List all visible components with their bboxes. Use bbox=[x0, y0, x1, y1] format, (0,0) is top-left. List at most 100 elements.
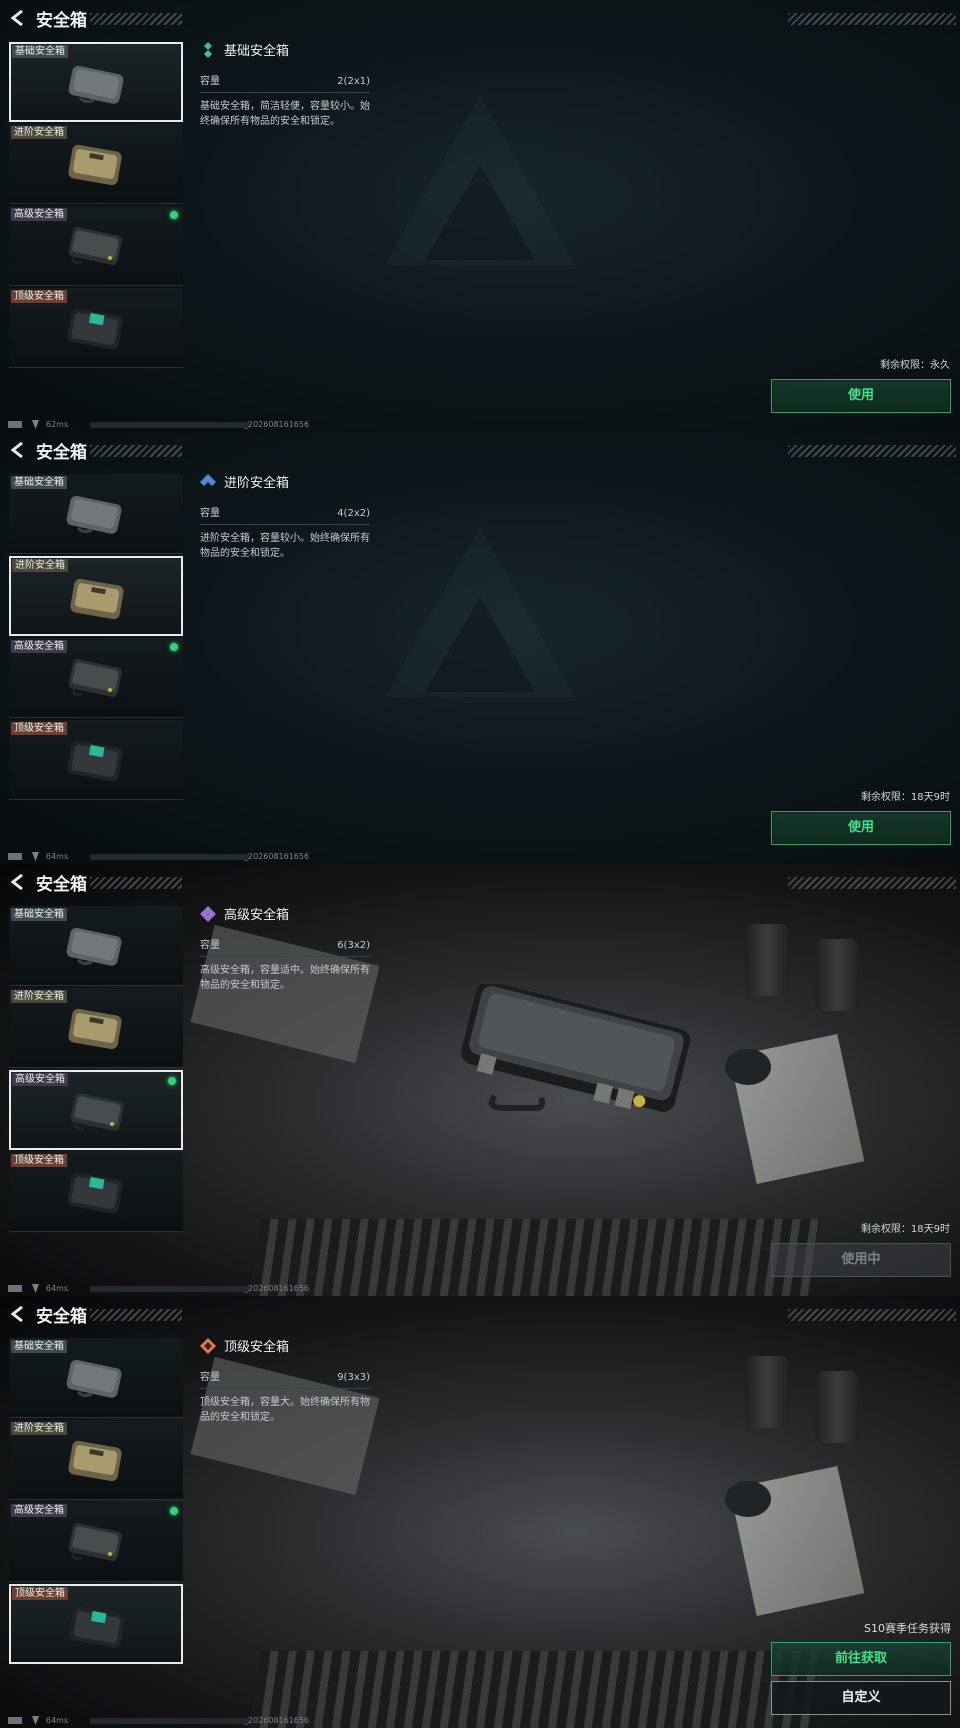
detail-title: 基础安全箱 bbox=[224, 44, 290, 59]
rarity-icon bbox=[200, 906, 216, 922]
top-bar: 安全箱 bbox=[0, 864, 960, 900]
detail-panel: 高级安全箱 容量 6(3x2) 高级安全箱，容量适中。始终确保所有 物品的安全和… bbox=[200, 904, 370, 993]
list-item-basic[interactable]: 基础安全箱 bbox=[9, 42, 183, 122]
description: 顶级安全箱，容量大。始终确保所有物 品的安全和锁定。 bbox=[200, 1397, 370, 1423]
customize-button[interactable]: 自定义 bbox=[771, 1681, 951, 1715]
item-label: 顶级安全箱 bbox=[11, 1154, 67, 1167]
capacity-row: 容量 2(2x1) bbox=[200, 72, 370, 93]
list-item-top[interactable]: 顶级安全箱 bbox=[9, 720, 183, 800]
list-item-top[interactable]: 顶级安全箱 bbox=[9, 1152, 183, 1232]
rarity-icon bbox=[200, 474, 216, 486]
ping-value: 62ms bbox=[46, 420, 69, 429]
case-icon bbox=[64, 658, 126, 700]
case-icon bbox=[64, 1172, 126, 1214]
top-bar: 安全箱 bbox=[0, 432, 960, 468]
detail-panel: 基础安全箱 容量 2(2x1) 基础安全箱，简洁轻便，容量较小。始 终确保所有物… bbox=[200, 40, 370, 129]
list-item-high[interactable]: 高级安全箱 bbox=[9, 1070, 183, 1150]
case-list: 基础安全箱 进阶安全箱 高级安全箱 顶级安全箱 bbox=[9, 1338, 183, 1666]
rarity-icon bbox=[204, 42, 212, 58]
capacity-value: 9(3x3) bbox=[337, 1372, 370, 1383]
item-label: 高级安全箱 bbox=[11, 640, 67, 653]
detail-title: 高级安全箱 bbox=[224, 908, 290, 923]
description: 基础安全箱，简洁轻便，容量较小。始 终确保所有物品的安全和锁定。 bbox=[200, 101, 370, 127]
grenade-prop bbox=[725, 1481, 771, 1517]
top-bar: 安全箱 bbox=[0, 0, 960, 36]
case-icon bbox=[64, 1008, 126, 1050]
list-item-high[interactable]: 高级安全箱 bbox=[9, 206, 183, 286]
case-icon bbox=[64, 1522, 126, 1564]
screen-panel-high: 安全箱 基础安全箱 进阶安全箱 高级安全箱 顶级安全箱 高级安全箱 容量 6(3… bbox=[0, 864, 960, 1296]
item-label: 基础安全箱 bbox=[11, 908, 67, 921]
item-label: 高级安全箱 bbox=[12, 1073, 68, 1086]
back-arrow-icon[interactable] bbox=[10, 442, 26, 458]
use-button[interactable]: 使用 bbox=[771, 811, 951, 845]
wifi-icon bbox=[32, 1284, 39, 1293]
wifi-icon bbox=[32, 852, 39, 861]
list-item-basic[interactable]: 基础安全箱 bbox=[9, 1338, 183, 1418]
list-item-top[interactable]: 顶级安全箱 bbox=[9, 288, 183, 368]
signal-icon bbox=[8, 421, 22, 428]
wifi-icon bbox=[32, 420, 39, 429]
session-id: _202608161656 bbox=[244, 852, 310, 861]
list-item-top[interactable]: 顶级安全箱 bbox=[9, 1584, 183, 1664]
capacity-row: 容量 4(2x2) bbox=[200, 504, 370, 525]
equipped-dot-icon bbox=[168, 1077, 176, 1085]
back-arrow-icon[interactable] bbox=[10, 874, 26, 890]
list-item-basic[interactable]: 基础安全箱 bbox=[9, 474, 183, 554]
capacity-value: 2(2x1) bbox=[337, 76, 370, 87]
go-get-button[interactable]: 前往获取 bbox=[771, 1642, 951, 1676]
case-icon bbox=[64, 926, 126, 968]
list-item-advanced[interactable]: 进阶安全箱 bbox=[9, 124, 183, 204]
item-label: 高级安全箱 bbox=[11, 208, 67, 221]
case-list: 基础安全箱 进阶安全箱 高级安全箱 顶级安全箱 bbox=[9, 474, 183, 802]
equipped-dot-icon bbox=[170, 1507, 178, 1515]
remaining-permission: 剩余权限：永久 bbox=[880, 360, 950, 371]
page-title: 安全箱 bbox=[36, 1307, 87, 1327]
case-icon bbox=[66, 578, 128, 620]
case-icon bbox=[64, 740, 126, 782]
signal-icon bbox=[8, 853, 22, 860]
wifi-icon bbox=[32, 1716, 39, 1725]
list-item-basic[interactable]: 基础安全箱 bbox=[9, 906, 183, 986]
item-label: 高级安全箱 bbox=[11, 1504, 67, 1517]
case-icon bbox=[66, 64, 128, 106]
page-title: 安全箱 bbox=[36, 443, 87, 463]
grenade-prop bbox=[725, 1049, 771, 1085]
capacity-value: 4(2x2) bbox=[337, 508, 370, 519]
equipped-dot-icon bbox=[170, 643, 178, 651]
session-id: _202608161656 bbox=[244, 420, 310, 429]
back-arrow-icon[interactable] bbox=[10, 1306, 26, 1322]
session-id: _202608161656 bbox=[244, 1284, 310, 1293]
item-label: 顶级安全箱 bbox=[11, 290, 67, 303]
remaining-permission: 剩余权限：18天9时 bbox=[860, 1224, 950, 1235]
equipped-dot-icon bbox=[170, 211, 178, 219]
list-item-advanced[interactable]: 进阶安全箱 bbox=[9, 988, 183, 1068]
acquire-source: S10赛季任务获得 bbox=[864, 1622, 951, 1635]
item-label: 顶级安全箱 bbox=[12, 1587, 68, 1600]
session-id: _202608161656 bbox=[244, 1716, 310, 1725]
list-item-high[interactable]: 高级安全箱 bbox=[9, 1502, 183, 1582]
item-label: 进阶安全箱 bbox=[11, 1422, 67, 1435]
case-icon bbox=[64, 1358, 126, 1400]
capacity-row: 容量 9(3x3) bbox=[200, 1368, 370, 1389]
item-label: 基础安全箱 bbox=[11, 476, 67, 489]
use-button[interactable]: 使用 bbox=[771, 379, 951, 413]
capacity-value: 6(3x2) bbox=[337, 940, 370, 951]
in-use-button: 使用中 bbox=[771, 1243, 951, 1277]
case-icon bbox=[66, 1092, 128, 1134]
ping-value: 64ms bbox=[46, 1284, 69, 1293]
page-title: 安全箱 bbox=[36, 11, 87, 31]
remaining-permission: 剩余权限：18天9时 bbox=[860, 792, 950, 803]
screen-panel-top: 安全箱 基础安全箱 进阶安全箱 高级安全箱 顶级安全箱 顶级安全箱 容量 9(3… bbox=[0, 1296, 960, 1728]
signal-icon bbox=[8, 1717, 22, 1724]
top-bar: 安全箱 bbox=[0, 1296, 960, 1332]
detail-title: 顶级安全箱 bbox=[224, 1340, 290, 1355]
screen-panel-advanced: 安全箱 基础安全箱 进阶安全箱 高级安全箱 顶级安全箱 进阶安全箱 容量 4(2… bbox=[0, 432, 960, 864]
list-item-advanced[interactable]: 进阶安全箱 bbox=[9, 556, 183, 636]
list-item-advanced[interactable]: 进阶安全箱 bbox=[9, 1420, 183, 1500]
case-list: 基础安全箱 进阶安全箱 高级安全箱 顶级安全箱 bbox=[9, 906, 183, 1234]
detail-panel: 顶级安全箱 容量 9(3x3) 顶级安全箱，容量大。始终确保所有物 品的安全和锁… bbox=[200, 1336, 370, 1425]
list-item-high[interactable]: 高级安全箱 bbox=[9, 638, 183, 718]
rarity-icon bbox=[200, 1338, 216, 1354]
back-arrow-icon[interactable] bbox=[10, 10, 26, 26]
